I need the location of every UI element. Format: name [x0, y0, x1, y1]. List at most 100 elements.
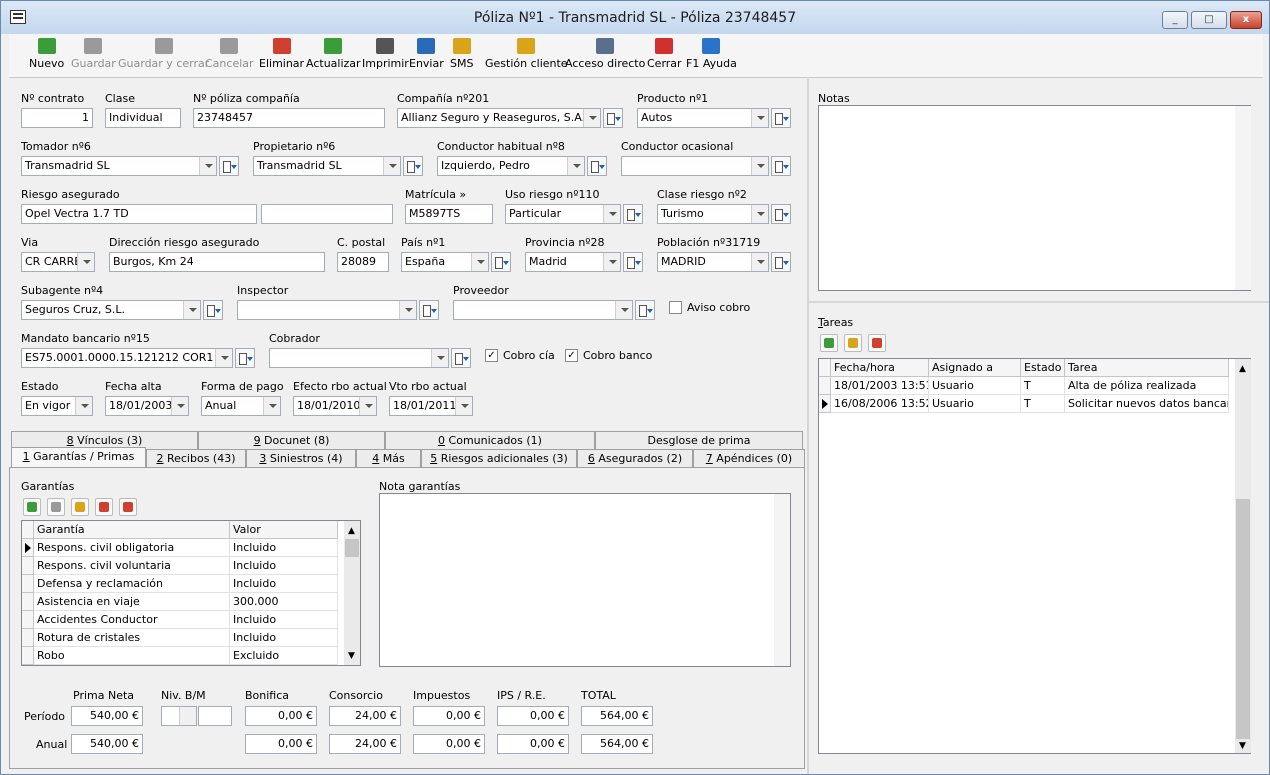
tareas-cell[interactable]: Alta de póliza realizada: [1065, 377, 1229, 395]
tarea-delete[interactable]: [868, 334, 886, 352]
maximize-button[interactable]: □: [1191, 11, 1227, 29]
aviso-checkbox[interactable]: [669, 301, 682, 314]
garantias-col-0[interactable]: Garantía: [34, 521, 230, 539]
garantias-cell[interactable]: Respons. civil obligatoria: [34, 539, 230, 557]
tareas-cell[interactable]: Usuario: [929, 377, 1021, 395]
close-window-button[interactable]: x: [1230, 11, 1262, 29]
tareas-cell[interactable]: 16/08/2006 13:52: [831, 395, 929, 413]
primas-consorcio-input[interactable]: 24,00 €: [329, 734, 401, 754]
tareas-cell[interactable]: Usuario: [929, 395, 1021, 413]
proveedor-picker-icon[interactable]: [635, 300, 655, 320]
garantias-cell[interactable]: Respons. civil voluntaria: [34, 557, 230, 575]
garantia-add[interactable]: [23, 498, 41, 516]
primas-neta-input[interactable]: 540,00 €: [71, 706, 143, 726]
scroll-down-icon[interactable]: ▼: [348, 651, 355, 661]
sms-button[interactable]: SMS: [450, 38, 473, 70]
cancel-button[interactable]: Cancelar: [205, 38, 254, 70]
producto-picker-icon[interactable]: [771, 108, 791, 128]
tomador-picker-icon[interactable]: [219, 156, 239, 176]
tareas-cell[interactable]: Solicitar nuevos datos bancarios: [1065, 395, 1229, 413]
row-indicator[interactable]: [22, 647, 34, 665]
niv-bm-input[interactable]: [198, 706, 232, 726]
mandato-picker-icon[interactable]: [235, 348, 255, 368]
contrato-input[interactable]: 1: [21, 108, 93, 128]
poblacion-picker-icon[interactable]: [771, 252, 791, 272]
conductor-picker-icon[interactable]: [587, 156, 607, 176]
notas-textarea[interactable]: [818, 105, 1251, 291]
poblacion-select[interactable]: MADRID: [657, 252, 769, 272]
splitter[interactable]: [807, 79, 809, 774]
inspector-select[interactable]: [237, 300, 417, 320]
help-button[interactable]: F1 Ayuda: [686, 38, 737, 70]
cpostal-input[interactable]: 28089: [337, 252, 389, 272]
save-close-button[interactable]: Guardar y cerrar: [118, 38, 209, 70]
garantias-cell[interactable]: Asistencia en viaje: [34, 593, 230, 611]
clase-input[interactable]: Individual: [105, 108, 181, 128]
new-button[interactable]: Nuevo: [29, 38, 64, 70]
direccion-input[interactable]: Burgos, Km 24: [109, 252, 325, 272]
refresh-button[interactable]: Actualizar: [306, 38, 361, 70]
primas-impuestos-input[interactable]: 0,00 €: [413, 706, 485, 726]
producto-select[interactable]: Autos: [637, 108, 769, 128]
delete-button[interactable]: Eliminar: [259, 38, 304, 70]
cobrador-picker-icon[interactable]: [451, 348, 471, 368]
tab-bottom-4[interactable]: 5 Riesgos adicionales (3): [421, 449, 577, 467]
mandato-select[interactable]: ES75.0001.0000.15.121212 COR1: [21, 348, 233, 368]
row-indicator[interactable]: [22, 539, 34, 557]
row-indicator[interactable]: [22, 611, 34, 629]
garantias-cell[interactable]: Incluido: [230, 575, 338, 593]
row-indicator[interactable]: [819, 395, 831, 413]
garantia-edit[interactable]: [71, 498, 89, 516]
scroll-thumb[interactable]: [345, 539, 359, 557]
garantias-cell[interactable]: Robo: [34, 647, 230, 665]
save-button[interactable]: Guardar: [71, 38, 116, 70]
garantia-delete[interactable]: [95, 498, 113, 516]
subagente-select[interactable]: Seguros Cruz, S.L.: [21, 300, 201, 320]
garantias-scrollbar[interactable]: ▲ ▼: [344, 521, 360, 665]
claseriesgo-picker-icon[interactable]: [771, 204, 791, 224]
tab-bottom-6[interactable]: 7 Apéndices (0): [693, 449, 805, 467]
garantias-cell[interactable]: Defensa y reclamación: [34, 575, 230, 593]
garantias-cell[interactable]: Incluido: [230, 611, 338, 629]
claseriesgo-select[interactable]: Turismo: [657, 204, 769, 224]
provincia-picker-icon[interactable]: [623, 252, 643, 272]
scroll-up-icon[interactable]: ▲: [348, 526, 355, 536]
tareas-cell[interactable]: T: [1021, 377, 1065, 395]
garantia-remove[interactable]: [119, 498, 137, 516]
poliza-input[interactable]: 23748457: [193, 108, 385, 128]
primas-total-input[interactable]: 564,00 €: [581, 706, 653, 726]
print-button[interactable]: Imprimir: [362, 38, 409, 70]
tab-bottom-1[interactable]: 2 Recibos (43): [146, 449, 246, 467]
proveedor-select[interactable]: [453, 300, 633, 320]
compania-picker-icon[interactable]: [603, 108, 623, 128]
garantias-cell[interactable]: Incluido: [230, 539, 338, 557]
propietario-picker-icon[interactable]: [403, 156, 423, 176]
garantia-copy[interactable]: [47, 498, 65, 516]
tareas-cell[interactable]: T: [1021, 395, 1065, 413]
shortcut-button[interactable]: Acceso directo: [565, 38, 645, 70]
cobrocia-checkbox[interactable]: ✓: [485, 349, 498, 362]
pais-select[interactable]: España: [401, 252, 489, 272]
tab-bottom-3[interactable]: 4 Más: [356, 449, 421, 467]
matricula-input[interactable]: M5897TS: [405, 204, 493, 224]
cobrobanco-checkbox[interactable]: ✓: [565, 349, 578, 362]
scroll-thumb[interactable]: [1236, 499, 1250, 739]
primas-impuestos-input[interactable]: 0,00 €: [413, 734, 485, 754]
uso-select[interactable]: Particular: [505, 204, 621, 224]
tareas-col-1[interactable]: Asignado a: [929, 359, 1021, 377]
row-indicator[interactable]: [22, 629, 34, 647]
garantias-cell[interactable]: Incluido: [230, 557, 338, 575]
inspector-picker-icon[interactable]: [419, 300, 439, 320]
primas-total-input[interactable]: 564,00 €: [581, 734, 653, 754]
row-indicator[interactable]: [22, 575, 34, 593]
garantias-cell[interactable]: Incluido: [230, 629, 338, 647]
tareas-col-0[interactable]: Fecha/hora: [831, 359, 929, 377]
nota-garantias-textarea[interactable]: [379, 493, 791, 667]
scroll-up-icon[interactable]: ▲: [1239, 364, 1246, 374]
riesgo-input[interactable]: [261, 204, 393, 224]
compania-select[interactable]: Allianz Seguro y Reaseguros, S.A.: [397, 108, 601, 128]
garantias-cell[interactable]: Rotura de cristales: [34, 629, 230, 647]
riesgo-input[interactable]: Opel Vectra 1.7 TD: [21, 204, 257, 224]
garantias-col-1[interactable]: Valor: [230, 521, 338, 539]
ocasional-select[interactable]: [621, 156, 769, 176]
